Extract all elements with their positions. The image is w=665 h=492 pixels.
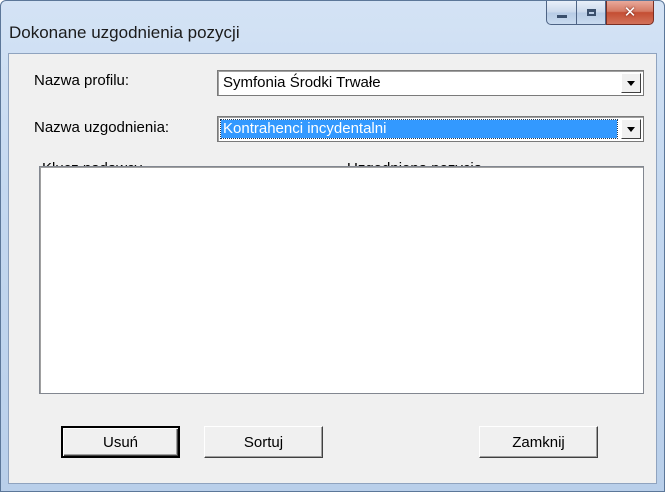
minimize-icon (556, 15, 567, 18)
close-window-button[interactable]: ✕ (606, 1, 654, 25)
delete-button[interactable]: Usuń (61, 426, 180, 458)
profile-name-value: Symfonia Środki Trwałe (223, 74, 381, 91)
profile-name-label: Nazwa profilu: (34, 72, 130, 89)
match-dropdown-button[interactable] (621, 119, 641, 139)
minimize-button[interactable] (546, 1, 576, 25)
chevron-down-icon (627, 126, 635, 132)
caption-buttons: ✕ (546, 1, 654, 26)
window-title: Dokonane uzgodnienia pozycji (9, 23, 240, 42)
match-name-select[interactable]: Kontrahenci incydentalni (217, 116, 644, 142)
close-icon: ✕ (623, 3, 637, 21)
maximize-icon (586, 9, 596, 16)
dialog-client-area: Nazwa profilu: Symfonia Środki Trwałe Na… (8, 53, 657, 484)
profile-dropdown-button[interactable] (621, 73, 641, 93)
close-button[interactable]: Zamknij (479, 426, 598, 458)
maximize-button[interactable] (576, 1, 606, 25)
sort-button[interactable]: Sortuj (204, 426, 323, 458)
dialog-window: Dokonane uzgodnienia pozycji ✕ Nazwa pro… (0, 0, 665, 492)
profile-name-select[interactable]: Symfonia Środki Trwałe (217, 70, 644, 96)
matches-list[interactable] (39, 166, 644, 394)
title-bar[interactable]: Dokonane uzgodnienia pozycji ✕ (1, 1, 664, 53)
match-name-value: Kontrahenci incydentalni (220, 119, 618, 139)
chevron-down-icon (627, 80, 635, 86)
match-name-label: Nazwa uzgodnienia: (34, 119, 170, 136)
